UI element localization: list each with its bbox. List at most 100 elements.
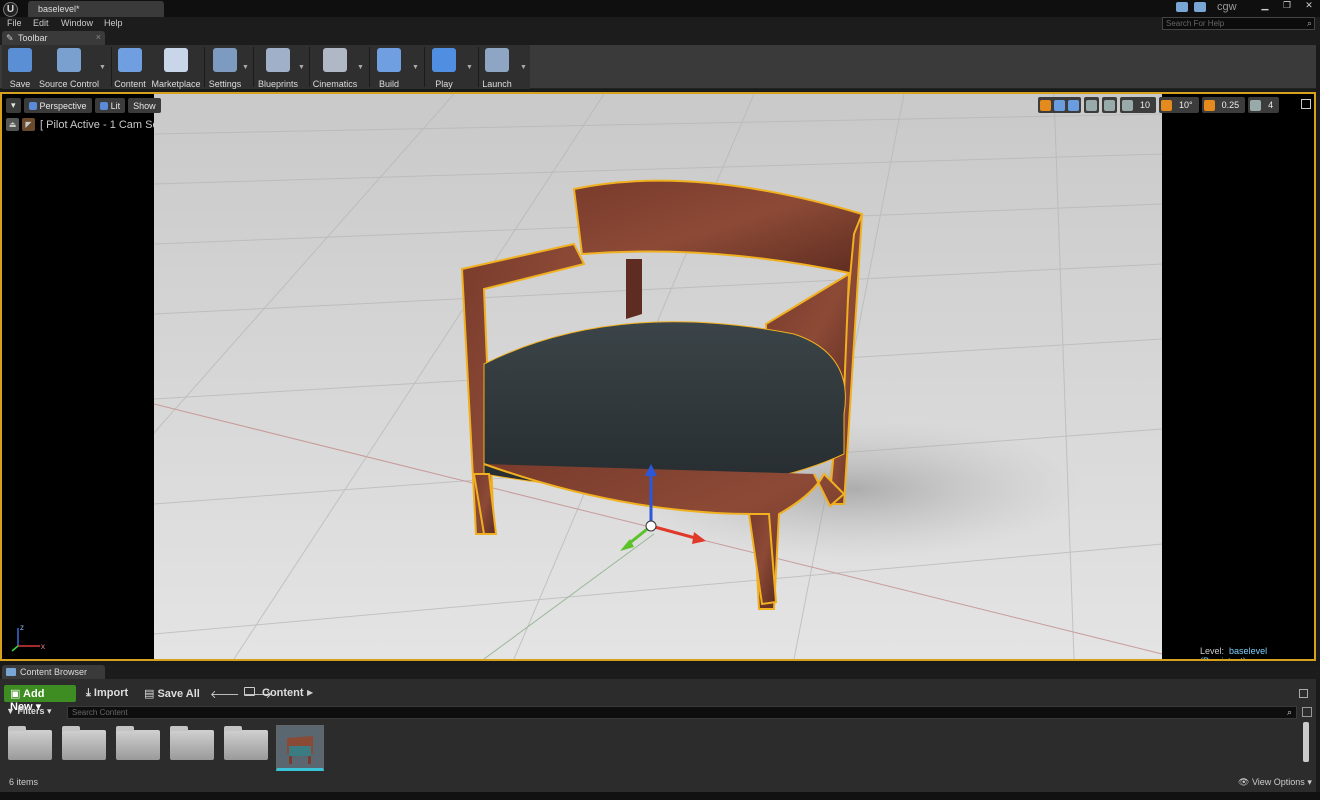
folder-icon[interactable] — [62, 726, 106, 760]
save-label: Save — [9, 79, 31, 89]
world-axis-icon: z x — [11, 623, 45, 652]
translate-icon[interactable] — [1040, 99, 1051, 111]
grid-snap-group: 10 — [1120, 97, 1157, 113]
surface-snap-icon[interactable] — [1104, 99, 1115, 111]
camera-speed-icon[interactable] — [1250, 99, 1262, 111]
settings-button[interactable]: Settings — [207, 47, 243, 89]
help-search-placeholder: Search For Help — [1166, 19, 1225, 28]
blueprints-dropdown-icon[interactable]: ▼ — [298, 64, 305, 71]
marketplace-button[interactable]: Marketplace — [151, 47, 201, 89]
path-breadcrumb-content[interactable]: Content — [262, 687, 304, 699]
scale-snap-group: 0.25 — [1201, 97, 1246, 113]
content-browser-tab[interactable]: Content Browser — [2, 665, 105, 679]
lit-button[interactable]: Lit — [94, 98, 126, 113]
menu-window[interactable]: Window — [61, 18, 93, 28]
content-search-input[interactable]: Search Content ⌕ — [67, 706, 1297, 719]
play-label: Play — [435, 79, 453, 89]
scale-snap-icon[interactable] — [1203, 99, 1215, 111]
close-icon[interactable]: ✕ — [1298, 0, 1320, 12]
play-button[interactable]: Play — [427, 47, 461, 89]
level-document-tab[interactable]: baselevel* — [28, 1, 164, 17]
search-icon[interactable]: ⌕ — [1307, 18, 1312, 29]
coordinate-space-group — [1084, 97, 1099, 113]
perspective-button[interactable]: Perspective — [23, 98, 92, 113]
content-browser-toolbar: ▣ Add New ▾ ⤓ Import ▤ Save All 🡐 🡒 Cont… — [0, 681, 1316, 713]
build-button[interactable]: Build — [372, 47, 406, 89]
back-arrow-icon[interactable]: 🡐 — [210, 689, 240, 701]
asset-grid — [0, 722, 1300, 776]
chair-thumbnail-icon — [277, 726, 323, 768]
content-button[interactable]: Content — [114, 47, 146, 89]
lock-icon[interactable] — [1299, 689, 1308, 698]
folder-icon[interactable] — [170, 726, 214, 760]
import-button[interactable]: ⤓ Import — [86, 687, 128, 700]
rotation-snap-value[interactable]: 10° — [1175, 100, 1197, 110]
folder-icon[interactable] — [224, 726, 268, 760]
scene-render — [154, 94, 1162, 659]
view-options-button[interactable]: 👁 View Options ▾ — [1238, 777, 1312, 788]
rotate-icon[interactable] — [1054, 99, 1065, 111]
source-control-button[interactable]: Source Control — [38, 47, 100, 89]
cinematics-button[interactable]: Cinematics — [311, 47, 359, 89]
content-browser-status: 6 items 👁 View Options ▾ — [0, 775, 1316, 792]
content-label: Content — [114, 79, 146, 89]
toolbar-separator — [204, 47, 205, 87]
blueprints-icon — [266, 48, 290, 72]
axis-x-label: x — [41, 642, 45, 651]
settings-dropdown-icon[interactable]: ▼ — [242, 64, 249, 71]
search-icon[interactable]: ⌕ — [1287, 707, 1292, 718]
pilot-camera-icon[interactable]: ◤ — [22, 118, 35, 131]
toolbar-separator — [478, 47, 479, 87]
menu-edit[interactable]: Edit — [33, 18, 49, 28]
source-control-dropdown-icon[interactable]: ▼ — [99, 64, 106, 71]
import-label: Import — [93, 687, 129, 699]
folder-icon[interactable] — [116, 726, 160, 760]
chair-asset-thumbnail[interactable] — [276, 725, 324, 771]
unreal-logo-icon[interactable]: U — [3, 2, 18, 17]
filters-label: Filters — [17, 706, 45, 716]
viewport-scene[interactable] — [154, 94, 1162, 659]
menu-file[interactable]: File — [7, 18, 22, 28]
view-toggle-icon[interactable] — [1302, 707, 1312, 717]
level-viewport[interactable]: ▾ Perspective Lit Show ⏏ ◤ [ Pilot Activ… — [0, 92, 1316, 661]
menu-help[interactable]: Help — [104, 18, 123, 28]
build-dropdown-icon[interactable]: ▼ — [412, 64, 419, 71]
save-all-label: Save All — [157, 688, 200, 700]
eject-icon[interactable]: ⏏ — [6, 118, 19, 131]
launch-button[interactable]: Launch — [480, 47, 514, 89]
add-new-button[interactable]: ▣ Add New ▾ — [4, 685, 76, 713]
toolbar-panel-tab[interactable]: ✎ Toolbar × — [2, 31, 105, 45]
bookmark-icon[interactable] — [1194, 2, 1206, 12]
viewport-menu-button[interactable]: ▾ — [6, 98, 21, 113]
source-control-icon — [57, 48, 81, 72]
close-icon[interactable]: × — [96, 32, 101, 42]
transform-mode-group — [1038, 97, 1081, 113]
blueprints-button[interactable]: Blueprints — [256, 47, 300, 89]
globe-icon[interactable] — [1086, 99, 1097, 111]
cinematics-dropdown-icon[interactable]: ▼ — [357, 64, 364, 71]
scale-snap-value[interactable]: 0.25 — [1218, 100, 1244, 110]
restore-icon[interactable]: ❐ — [1276, 0, 1298, 12]
grid-snap-value[interactable]: 10 — [1136, 100, 1154, 110]
filters-button[interactable]: ▼ Filters ▾ — [6, 706, 51, 717]
sphere-icon — [99, 101, 108, 110]
save-button[interactable]: Save — [4, 47, 36, 89]
show-button[interactable]: Show — [128, 98, 161, 113]
camera-speed-value[interactable]: 4 — [1264, 100, 1277, 110]
save-all-button[interactable]: ▤ Save All — [144, 687, 200, 700]
scale-icon[interactable] — [1068, 99, 1079, 111]
perspective-label: Perspective — [39, 100, 87, 111]
minimize-icon[interactable]: ▁ — [1254, 0, 1276, 12]
chat-bubble-icon[interactable] — [1176, 2, 1188, 12]
rotation-snap-icon[interactable] — [1161, 99, 1173, 111]
help-search-input[interactable]: Search For Help ⌕ — [1162, 17, 1315, 30]
breadcrumb-arrow-icon[interactable]: ▶ — [307, 688, 313, 697]
show-label: Show — [133, 100, 156, 111]
folder-icon[interactable] — [8, 726, 52, 760]
launch-dropdown-icon[interactable]: ▼ — [520, 64, 527, 71]
maximize-viewport-icon[interactable] — [1301, 99, 1311, 109]
grid-icon[interactable] — [1122, 99, 1133, 111]
play-dropdown-icon[interactable]: ▼ — [466, 64, 473, 71]
toolbar-separator — [309, 47, 310, 87]
asset-scrollbar[interactable] — [1303, 722, 1309, 762]
